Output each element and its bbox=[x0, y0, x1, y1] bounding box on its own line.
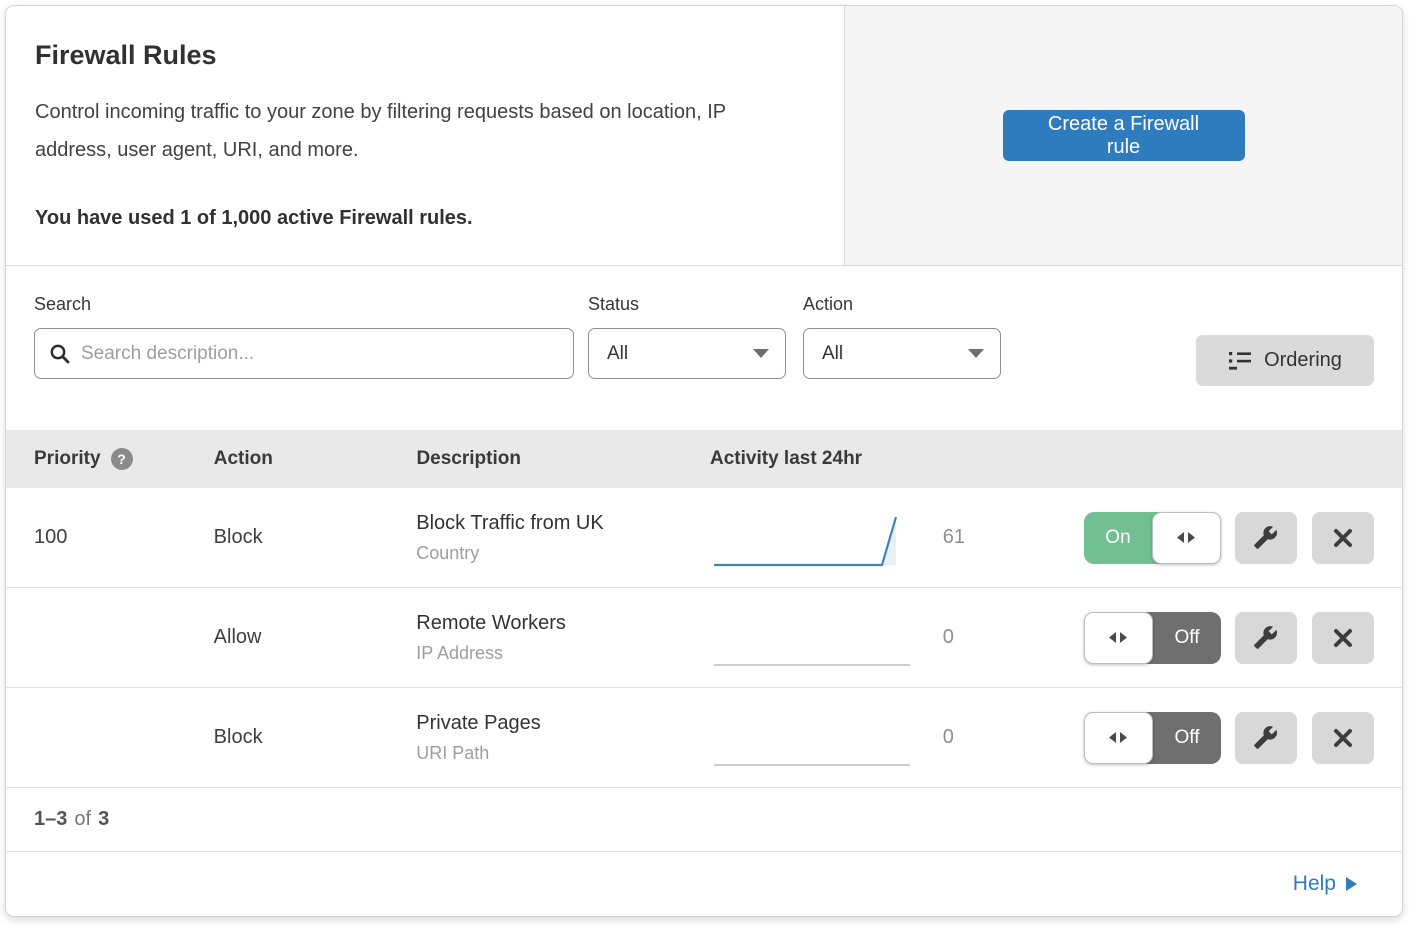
action-select[interactable]: All bbox=[803, 328, 1001, 379]
pagination-total: 3 bbox=[98, 808, 109, 831]
rule-enabled-toggle[interactable]: On bbox=[1084, 512, 1221, 564]
activity-cell: 0 bbox=[710, 709, 1084, 767]
toggle-knob[interactable] bbox=[1152, 512, 1221, 564]
delete-rule-button[interactable] bbox=[1312, 512, 1374, 564]
activity-count: 0 bbox=[943, 726, 954, 749]
ordering-button[interactable]: Ordering bbox=[1196, 335, 1374, 386]
toggle-state-label: Off bbox=[1153, 712, 1221, 764]
action-value: Allow bbox=[214, 626, 417, 649]
column-header-action: Action bbox=[214, 448, 417, 470]
wrench-icon bbox=[1253, 525, 1278, 550]
edit-rule-button[interactable] bbox=[1235, 612, 1297, 664]
left-right-arrows-icon bbox=[1175, 531, 1197, 544]
chevron-down-icon bbox=[753, 349, 769, 358]
activity-cell: 61 bbox=[710, 509, 1084, 567]
action-value: Block bbox=[214, 526, 417, 549]
rule-description: Remote Workers bbox=[416, 612, 709, 635]
create-firewall-rule-button[interactable]: Create a Firewall rule bbox=[1003, 110, 1245, 161]
x-icon bbox=[1331, 626, 1355, 650]
usage-note: You have used 1 of 1,000 active Firewall… bbox=[35, 207, 804, 230]
rule-match-type: IP Address bbox=[416, 643, 709, 664]
action-label: Action bbox=[803, 294, 1001, 315]
action-selected-value: All bbox=[822, 343, 843, 365]
table-row: Allow Remote Workers IP Address 0 Off bbox=[6, 588, 1402, 688]
activity-sparkline-icon bbox=[710, 609, 915, 667]
header-band: Firewall Rules Control incoming traffic … bbox=[6, 6, 1402, 266]
left-right-arrows-icon bbox=[1107, 731, 1129, 744]
edit-rule-button[interactable] bbox=[1235, 512, 1297, 564]
ordering-button-label: Ordering bbox=[1264, 349, 1342, 372]
status-label: Status bbox=[588, 294, 786, 315]
search-input[interactable] bbox=[81, 343, 559, 365]
pagination: 1–3 of 3 bbox=[6, 788, 1402, 852]
activity-count: 0 bbox=[943, 626, 954, 649]
description-cell: Remote Workers IP Address bbox=[416, 612, 709, 664]
header-card: Firewall Rules Control incoming traffic … bbox=[6, 6, 845, 265]
rule-match-type: URI Path bbox=[416, 743, 709, 764]
action-filter-group: Action All bbox=[803, 294, 1001, 379]
search-box[interactable] bbox=[34, 328, 574, 379]
wrench-icon bbox=[1253, 725, 1278, 750]
right-triangle-icon bbox=[1346, 877, 1357, 891]
column-header-activity: Activity last 24hr bbox=[710, 448, 1084, 470]
toggle-knob[interactable] bbox=[1084, 712, 1153, 764]
status-selected-value: All bbox=[607, 343, 628, 365]
filter-row: Search Status All Action All bbox=[6, 266, 1402, 430]
delete-rule-button[interactable] bbox=[1312, 612, 1374, 664]
toggle-state-label: Off bbox=[1153, 612, 1221, 664]
table-header: Priority ? Action Description Activity l… bbox=[6, 430, 1402, 488]
help-link-label: Help bbox=[1293, 872, 1336, 896]
activity-sparkline-icon bbox=[710, 709, 915, 767]
search-label: Search bbox=[34, 294, 574, 315]
column-header-priority: Priority ? bbox=[34, 448, 214, 470]
status-filter-group: Status All bbox=[588, 294, 786, 379]
rule-enabled-toggle[interactable]: Off bbox=[1084, 612, 1221, 664]
left-right-arrows-icon bbox=[1107, 631, 1129, 644]
magnifier-icon bbox=[49, 343, 71, 365]
column-header-description: Description bbox=[416, 448, 710, 470]
x-icon bbox=[1331, 726, 1355, 750]
rule-enabled-toggle[interactable]: Off bbox=[1084, 712, 1221, 764]
rule-match-type: Country bbox=[416, 543, 709, 564]
activity-sparkline-icon bbox=[710, 509, 915, 567]
search-filter-group: Search bbox=[34, 294, 574, 379]
status-select[interactable]: All bbox=[588, 328, 786, 379]
pagination-range: 1–3 bbox=[34, 808, 67, 831]
toggle-state-label: On bbox=[1084, 512, 1152, 564]
controls-cell: Off bbox=[1084, 612, 1374, 664]
priority-value: 100 bbox=[34, 526, 214, 549]
header-side-panel: Create a Firewall rule bbox=[845, 6, 1402, 265]
firewall-rules-panel: Firewall Rules Control incoming traffic … bbox=[5, 5, 1403, 917]
description-cell: Block Traffic from UK Country bbox=[416, 512, 709, 564]
help-link[interactable]: Help bbox=[1293, 872, 1357, 896]
rule-description: Block Traffic from UK bbox=[416, 512, 709, 535]
priority-header-label: Priority bbox=[34, 448, 101, 470]
ordered-list-icon bbox=[1228, 351, 1252, 371]
activity-cell: 0 bbox=[710, 609, 1084, 667]
toggle-knob[interactable] bbox=[1084, 612, 1153, 664]
edit-rule-button[interactable] bbox=[1235, 712, 1297, 764]
priority-help-icon[interactable]: ? bbox=[111, 448, 133, 470]
page-title: Firewall Rules bbox=[35, 40, 804, 71]
table-row: Block Private Pages URI Path 0 Off bbox=[6, 688, 1402, 788]
controls-cell: On bbox=[1084, 512, 1374, 564]
delete-rule-button[interactable] bbox=[1312, 712, 1374, 764]
pagination-of: of bbox=[74, 808, 91, 831]
table-row: 100 Block Block Traffic from UK Country … bbox=[6, 488, 1402, 588]
rule-description: Private Pages bbox=[416, 712, 709, 735]
page-description: Control incoming traffic to your zone by… bbox=[35, 93, 804, 169]
controls-cell: Off bbox=[1084, 712, 1374, 764]
action-value: Block bbox=[214, 726, 417, 749]
help-row: Help bbox=[6, 852, 1402, 916]
chevron-down-icon bbox=[968, 349, 984, 358]
x-icon bbox=[1331, 526, 1355, 550]
description-cell: Private Pages URI Path bbox=[416, 712, 709, 764]
activity-count: 61 bbox=[943, 526, 965, 549]
wrench-icon bbox=[1253, 625, 1278, 650]
